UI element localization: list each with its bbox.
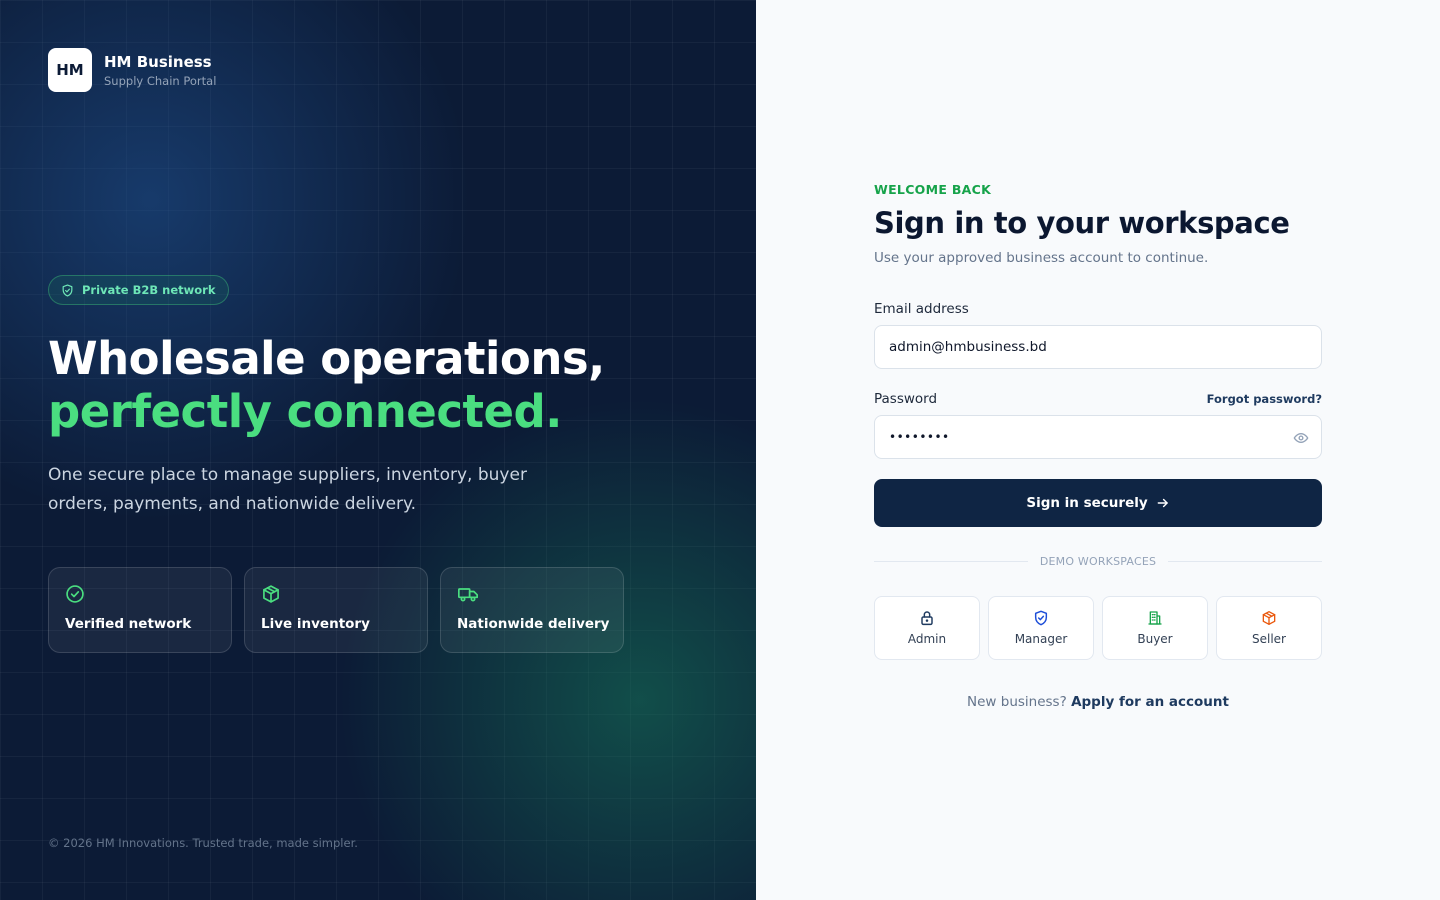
email-field-wrapper — [874, 325, 1322, 369]
divider-label: DEMO WORKSPACES — [1039, 555, 1157, 568]
brand: HM HM Business Supply Chain Portal — [48, 48, 216, 92]
hero-headline: Wholesale operations, perfectly connecte… — [48, 332, 605, 438]
shield-check-icon — [62, 283, 73, 297]
feature-card-inventory: Live inventory — [244, 567, 428, 653]
headline-line-1: Wholesale operations, — [48, 332, 605, 385]
demo-label: Manager — [1014, 632, 1068, 646]
email-label: Email address — [874, 301, 969, 317]
demo-label: Buyer — [1137, 632, 1173, 646]
demo-workspace-seller[interactable]: Seller — [1216, 596, 1322, 660]
feature-label: Live inventory — [261, 616, 370, 632]
hero-panel: HM HM Business Supply Chain Portal Priva… — [0, 0, 756, 900]
sign-in-button[interactable]: Sign in securely — [874, 479, 1322, 527]
copyright: © 2026 HM Innovations. Trusted trade, ma… — [48, 836, 358, 850]
demo-label: Admin — [907, 632, 947, 646]
network-badge: Private B2B network — [48, 275, 230, 305]
apply-account-link[interactable]: Apply for an account — [1071, 694, 1229, 710]
demo-workspaces: Admin Manager Buyer Seller — [874, 596, 1322, 660]
forgot-password-link[interactable]: Forgot password? — [1207, 392, 1322, 406]
eye-icon[interactable] — [1293, 430, 1309, 446]
brand-subtitle: Supply Chain Portal — [104, 73, 217, 88]
brand-name: HM Business — [104, 52, 212, 71]
package-icon — [263, 585, 279, 603]
headline-line-2: perfectly connected. — [48, 385, 562, 438]
page-subtitle: Use your approved business account to co… — [874, 250, 1209, 266]
brand-logo: HM — [48, 48, 92, 92]
feature-label: Verified network — [65, 616, 192, 632]
demo-workspace-manager[interactable]: Manager — [988, 596, 1094, 660]
page-title: Sign in to your workspace — [874, 206, 1290, 240]
feature-card-delivery: Nationwide delivery — [440, 567, 624, 653]
password-field[interactable]: •••••••• — [889, 430, 950, 444]
signup-row: New business? Apply for an account — [874, 694, 1322, 710]
package-icon — [1262, 611, 1276, 625]
hero-description: One secure place to manage suppliers, in… — [48, 465, 527, 514]
sign-in-label: Sign in securely — [1026, 495, 1148, 511]
truck-icon — [458, 588, 478, 602]
signup-prompt: New business? — [967, 694, 1067, 710]
password-field-wrapper: •••••••• — [874, 415, 1322, 459]
feature-cards: Verified network Live inventory Nationwi… — [48, 567, 624, 653]
demo-label: Seller — [1252, 632, 1286, 646]
arrow-right-icon — [1157, 498, 1168, 508]
badge-label: Private B2B network — [82, 283, 216, 297]
lock-icon — [921, 611, 933, 626]
shield-icon — [1034, 610, 1048, 626]
demo-divider: DEMO WORKSPACES — [874, 555, 1323, 568]
feature-label: Nationwide delivery — [457, 616, 610, 632]
demo-workspace-admin[interactable]: Admin — [874, 596, 980, 660]
building-icon — [1148, 611, 1162, 625]
email-field[interactable] — [889, 339, 1307, 355]
signin-panel: WELCOME BACK Sign in to your workspace U… — [756, 0, 1440, 900]
eyebrow: WELCOME BACK — [874, 182, 992, 197]
password-label: Password — [874, 391, 938, 407]
demo-workspace-buyer[interactable]: Buyer — [1102, 596, 1208, 660]
signin-form: WELCOME BACK Sign in to your workspace U… — [874, 182, 1323, 710]
feature-card-verified: Verified network — [48, 567, 232, 653]
check-circle-icon — [66, 585, 84, 603]
